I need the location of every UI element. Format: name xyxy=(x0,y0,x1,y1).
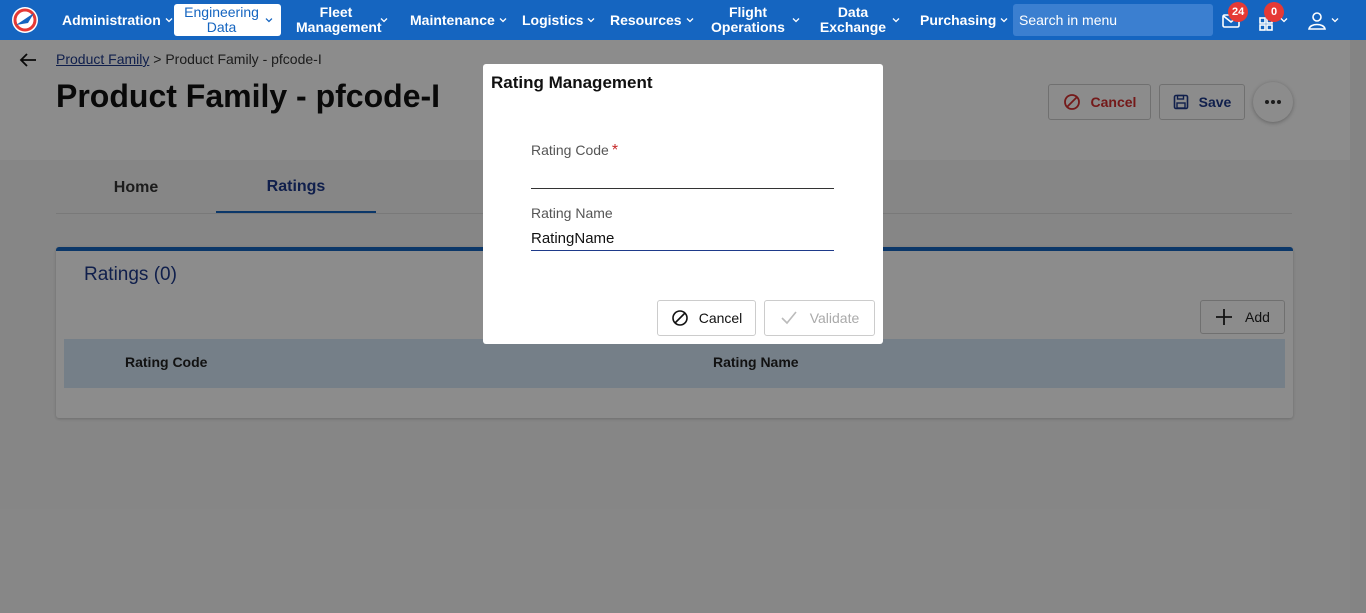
nav-label: Purchasing xyxy=(920,11,997,28)
checkmark-icon xyxy=(781,311,797,325)
nav-engineering-data[interactable]: Engineering Data xyxy=(174,4,281,36)
user-icon[interactable] xyxy=(1306,10,1328,32)
nav-label: Engineering Data xyxy=(184,4,259,35)
dialog-title: Rating Management xyxy=(491,73,653,92)
nav-flight-operations[interactable]: Flight Operations xyxy=(708,0,800,40)
nav-label: Logistics xyxy=(522,11,584,28)
nav-label: Resources xyxy=(610,11,682,28)
mail-count-badge: 24 xyxy=(1228,2,1249,22)
top-navbar: Administration Engineering Data Fleet Ma… xyxy=(0,0,1366,40)
chevron-down-icon xyxy=(265,18,273,23)
nav-logistics[interactable]: Logistics xyxy=(522,0,595,40)
nav-label: Flight Operations xyxy=(711,4,785,35)
chevron-down-icon xyxy=(499,18,507,23)
nav-maintenance[interactable]: Maintenance xyxy=(410,0,507,40)
nav-label: Fleet Management xyxy=(296,4,382,35)
app-logo-icon[interactable] xyxy=(10,5,40,35)
chevron-down-icon xyxy=(1000,18,1008,23)
cancel-icon xyxy=(671,310,688,326)
validate-label: Validate xyxy=(809,310,860,326)
chevron-down-icon xyxy=(588,18,595,23)
chevron-down-icon xyxy=(165,18,173,23)
nav-fleet-management[interactable]: Fleet Management xyxy=(296,0,388,40)
nav-label: Administration xyxy=(62,11,161,28)
nav-administration[interactable]: Administration xyxy=(62,0,173,40)
chevron-down-icon xyxy=(892,18,900,23)
chevron-down-icon xyxy=(1280,18,1288,23)
chevron-down-icon xyxy=(686,18,694,23)
rating-code-input[interactable] xyxy=(531,165,834,189)
rating-code-label-text: Rating Code xyxy=(531,142,609,158)
dialog-cancel-label: Cancel xyxy=(698,310,743,326)
nav-resources[interactable]: Resources xyxy=(610,0,694,40)
dialog-cancel-button[interactable]: Cancel xyxy=(657,300,756,336)
validate-button[interactable]: Validate xyxy=(764,300,875,336)
chevron-down-icon xyxy=(1331,18,1339,23)
chevron-down-icon xyxy=(792,18,800,23)
nav-purchasing[interactable]: Purchasing xyxy=(920,0,1008,40)
nav-label: Maintenance xyxy=(410,11,495,28)
rating-name-input[interactable] xyxy=(531,227,834,251)
chevron-down-icon xyxy=(380,18,388,23)
menu-search-input[interactable] xyxy=(1013,4,1213,36)
required-asterisk: * xyxy=(611,142,619,159)
nav-label: Data Exchange xyxy=(819,4,887,35)
rating-management-dialog: Rating Management Rating Code * Rating Na… xyxy=(483,64,883,344)
scrollbar-track[interactable] xyxy=(1349,0,1366,40)
nav-data-exchange[interactable]: Data Exchange xyxy=(818,0,900,40)
rating-name-label: Rating Name xyxy=(531,205,613,221)
rating-code-label: Rating Code * xyxy=(531,142,618,160)
